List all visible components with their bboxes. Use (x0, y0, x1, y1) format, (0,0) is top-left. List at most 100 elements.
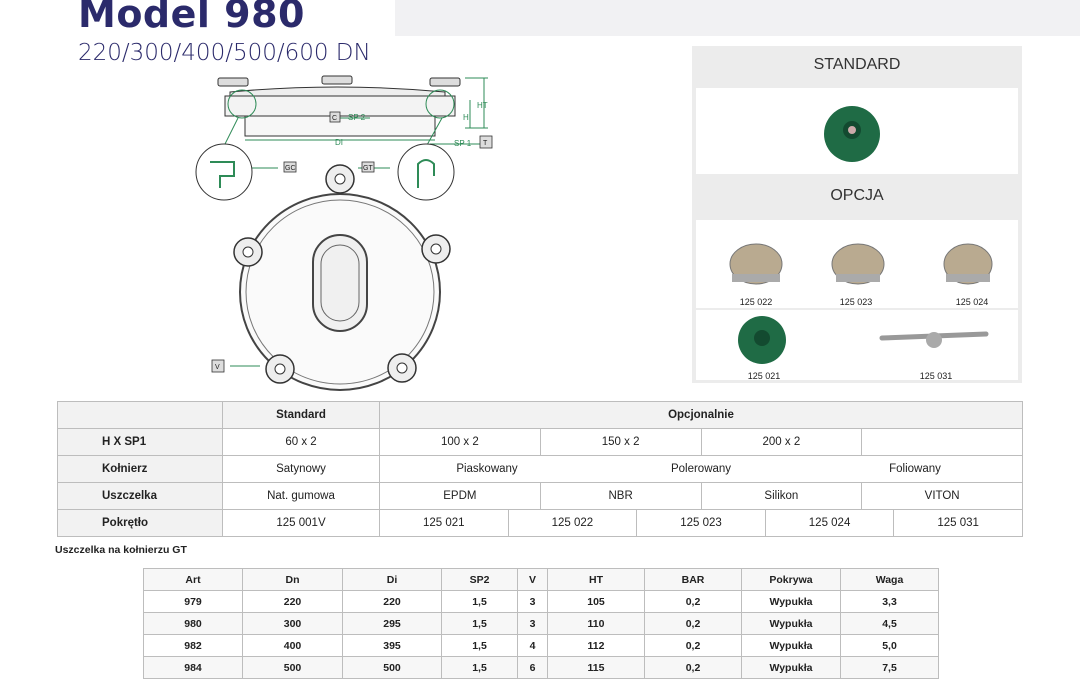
option-row-2 (696, 310, 1018, 380)
table-cell: 7,5 (840, 656, 939, 679)
art-table: Art Dn Di SP2 V HT BAR Pokrywa Waga 979 220 220 1,5 3… (143, 568, 939, 679)
label-v: V (215, 364, 220, 371)
table-row: 980 300 295 1,5 3 110 0,2 Wypukła 4,5 (143, 612, 939, 635)
side-knob-left (217, 77, 249, 87)
table-cell: 5,0 (840, 634, 939, 657)
standard-knob-image (824, 106, 880, 162)
option-cell: EPDM (443, 490, 477, 502)
table-cell: 1,5 (441, 590, 518, 613)
table-row: Uszczelka Nat. gumowa EPDM NBR Silikon VITO… (57, 482, 1023, 510)
table-cell: 3 (517, 612, 548, 635)
art-header-row: Art Dn Di SP2 V HT BAR Pokrywa Waga (143, 568, 939, 591)
row-label: Pokrętło (57, 509, 223, 537)
option-cell: 200 x 2 (700, 429, 862, 455)
label-sp1: SP 1 (454, 139, 472, 148)
option-heading: OPCJA (692, 187, 1022, 205)
label-sp2: SP 2 (348, 113, 366, 122)
option-cell: VITON (861, 483, 1022, 509)
table-cell: 0,2 (644, 612, 742, 635)
option-knobs-row-2 (738, 316, 989, 364)
table-cell: 4,5 (840, 612, 939, 635)
table-cell: 300 (242, 612, 343, 635)
option-cell: 125 022 (507, 510, 637, 536)
table-cell: 115 (547, 656, 645, 679)
header-optional: Opcjonalnie (379, 401, 1023, 429)
table-cell: 0,2 (644, 634, 742, 657)
row-label: Kołnierz (57, 455, 223, 483)
knob-label-125023: 125 023 (839, 297, 873, 307)
row-standard: 125 001V (222, 509, 380, 537)
table-cell: 110 (547, 612, 645, 635)
knob-label-125022: 125 022 (739, 297, 773, 307)
row-standard: Nat. gumowa (222, 482, 380, 510)
table-cell: 4 (517, 634, 548, 657)
table-row: 984 500 500 1,5 6 115 0,2 Wypukła 7,5 (143, 656, 939, 679)
knob-label-125021: 125 021 (747, 371, 781, 381)
row-label: H X SP1 (57, 428, 223, 456)
row-standard: 60 x 2 (222, 428, 380, 456)
table-cell: 982 (143, 634, 243, 657)
column-header: Pokrywa (741, 568, 841, 591)
table-cell: Wypukła (741, 634, 841, 657)
page-title: Model 980 (78, 0, 305, 36)
table-cell: 1,5 (441, 634, 518, 657)
column-header: V (517, 568, 548, 591)
table-cell: 395 (342, 634, 442, 657)
detail-gt (397, 143, 455, 201)
table-cell: 400 (242, 634, 343, 657)
side-knob-right (429, 77, 461, 87)
table-cell: Wypukła (741, 590, 841, 613)
option-row-1 (696, 220, 1018, 308)
option-knobs-row-1 (729, 243, 993, 285)
table-cell: 500 (342, 656, 442, 679)
option-cell: 150 x 2 (539, 429, 701, 455)
column-header: Art (143, 568, 243, 591)
table-cell: 0,2 (644, 656, 742, 679)
page-subtitle: 220/300/400/500/600 DN (78, 40, 371, 66)
label-gc: GC (285, 165, 296, 172)
technical-drawing: SP 2 HT H DI SP 1 C T GC GT V (195, 75, 493, 391)
table-cell: 1,5 (441, 612, 518, 635)
options-table: Standard Opcjonalnie H X SP1 60 x 2 100 … (57, 401, 1023, 537)
column-header: Di (342, 568, 442, 591)
option-cell: 125 031 (893, 510, 1022, 536)
table-row: 982 400 395 1,5 4 112 0,2 Wypukła 5,0 (143, 634, 939, 657)
table-row: Pokrętło 125 001V 125 021 125 022 125 023 1… (57, 509, 1023, 537)
table-cell: Wypukła (741, 656, 841, 679)
table-cell: 3,3 (840, 590, 939, 613)
gt-caption: Uszczelka na kołnierzu GT (55, 544, 187, 556)
option-cell: 125 021 (423, 517, 465, 529)
side-knob-center (321, 75, 353, 85)
table-cell: Wypukła (741, 612, 841, 635)
options-header-row: Standard Opcjonalnie (57, 401, 1023, 429)
column-header: Dn (242, 568, 343, 591)
table-cell: 220 (242, 590, 343, 613)
detail-gc (195, 143, 253, 201)
option-cell: 125 023 (636, 510, 765, 536)
table-row: Kołnierz Satynowy Piaskowany Polerowany Fo… (57, 455, 1023, 483)
table-row: H X SP1 60 x 2 100 x 2 150 x 2 200 x 2 (57, 428, 1023, 456)
option-cell: Silikon (700, 483, 862, 509)
label-t: T (483, 140, 488, 147)
table-cell: 0,2 (644, 590, 742, 613)
option-cell (861, 429, 1022, 455)
option-cell: 100 x 2 (441, 436, 479, 448)
knob-label-125031: 125 031 (919, 371, 953, 381)
option-cell: 125 024 (764, 510, 894, 536)
table-row: 979 220 220 1,5 3 105 0,2 Wypukła 3,3 (143, 590, 939, 613)
table-cell: 979 (143, 590, 243, 613)
knob-panel: STANDARD OPCJA 125 022 125 023 125 024 1… (692, 46, 1022, 383)
option-cell: Piaskowany (456, 463, 518, 475)
table-cell: 980 (143, 612, 243, 635)
option-cell: NBR (539, 483, 701, 509)
label-c: C (332, 115, 337, 122)
label-gt: GT (363, 165, 373, 172)
table-cell: 220 (342, 590, 442, 613)
table-cell: 105 (547, 590, 645, 613)
header-standard: Standard (222, 401, 380, 429)
table-cell: 984 (143, 656, 243, 679)
side-view (217, 75, 461, 137)
table-cell: 1,5 (441, 656, 518, 679)
table-cell: 112 (547, 634, 645, 657)
row-standard: Satynowy (222, 455, 380, 483)
